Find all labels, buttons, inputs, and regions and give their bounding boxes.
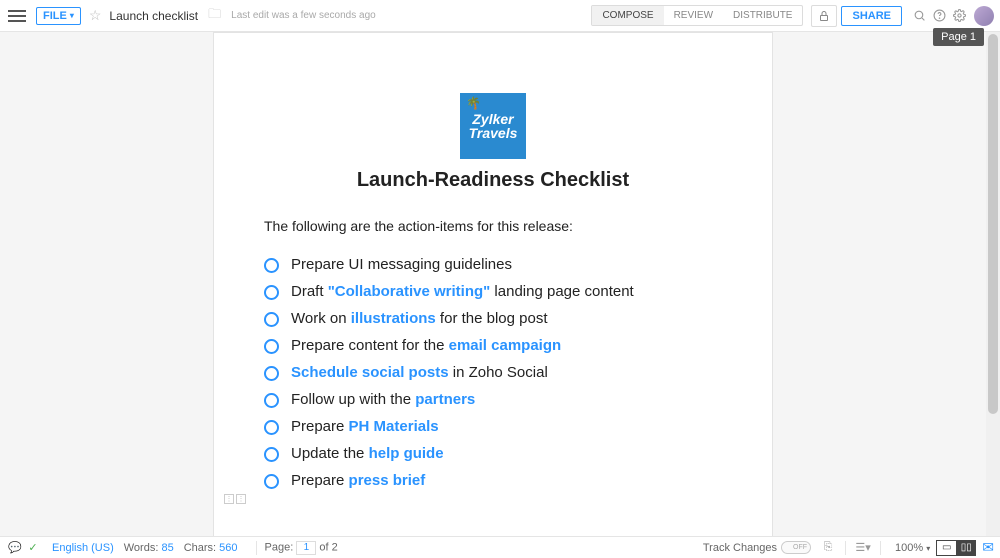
radio-icon[interactable] <box>264 285 279 300</box>
search-icon[interactable] <box>910 7 928 25</box>
chevron-down-icon: ▾ <box>926 544 930 553</box>
page-indicator: Page: of 2 <box>265 541 338 555</box>
avatar[interactable] <box>974 6 994 26</box>
star-icon[interactable]: ☆ <box>89 7 102 24</box>
palm-icon: 🌴 <box>466 97 481 109</box>
document-page[interactable]: 🌴 Zylker Travels Launch-Readiness Checkl… <box>213 32 773 536</box>
feedback-icon[interactable]: ✉ <box>982 539 994 556</box>
checklist-item-text[interactable]: Update the help guide <box>291 445 444 462</box>
checklist-item: Work on illustrations for the blog post <box>264 310 722 327</box>
inline-link[interactable]: Schedule social posts <box>291 364 449 381</box>
checklist-item-text[interactable]: Prepare PH Materials <box>291 418 439 435</box>
track-changes-toggle[interactable]: OFF <box>781 541 811 554</box>
tab-distribute[interactable]: DISTRIBUTE <box>723 6 802 25</box>
checklist-item: Prepare PH Materials <box>264 418 722 435</box>
inline-link[interactable]: partners <box>415 391 475 408</box>
radio-icon[interactable] <box>264 339 279 354</box>
radio-icon[interactable] <box>264 474 279 489</box>
margin-handle-right[interactable]: ⋮ <box>236 494 246 504</box>
logo-line2: Travels <box>469 126 518 140</box>
checklist-item-text[interactable]: Draft "Collaborative writing" landing pa… <box>291 283 634 300</box>
intro-text: The following are the action-items for t… <box>264 218 722 234</box>
checklist-item: Draft "Collaborative writing" landing pa… <box>264 283 722 300</box>
margin-handle-left[interactable]: ⋮ <box>224 494 234 504</box>
last-edit-text: Last edit was a few seconds ago <box>231 10 376 21</box>
vertical-scrollbar[interactable] <box>986 32 1000 536</box>
navigator-icon[interactable]: ☰▾ <box>854 541 872 554</box>
scrollbar-thumb[interactable] <box>988 34 998 414</box>
document-canvas[interactable]: 🌴 Zylker Travels Launch-Readiness Checkl… <box>0 32 986 536</box>
comments-icon[interactable]: 💬 <box>6 541 24 554</box>
inline-link[interactable]: email campaign <box>449 337 562 354</box>
track-changes-label: Track Changes <box>703 542 777 554</box>
checklist-item-text[interactable]: Follow up with the partners <box>291 391 475 408</box>
checklist-item-text[interactable]: Schedule social posts in Zoho Social <box>291 364 548 381</box>
mode-tabs: COMPOSE REVIEW DISTRIBUTE <box>591 5 803 26</box>
insert-icon[interactable]: ⎘ <box>819 541 837 554</box>
lock-icon[interactable] <box>811 5 837 27</box>
radio-icon[interactable] <box>264 447 279 462</box>
checklist-item: Prepare UI messaging guidelines <box>264 256 722 273</box>
page-input[interactable] <box>296 541 316 555</box>
folder-icon[interactable]: 🗀 <box>208 5 221 27</box>
checklist-item-text[interactable]: Prepare UI messaging guidelines <box>291 256 512 273</box>
radio-icon[interactable] <box>264 393 279 408</box>
radio-icon[interactable] <box>264 420 279 435</box>
file-menu-label: FILE <box>43 10 67 22</box>
checklist-item-text[interactable]: Prepare content for the email campaign <box>291 337 561 354</box>
inline-link[interactable]: PH Materials <box>349 418 439 435</box>
radio-icon[interactable] <box>264 312 279 327</box>
right-icon-group <box>910 6 994 26</box>
document-heading: Launch-Readiness Checklist <box>264 169 722 192</box>
logo-line1: Zylker <box>472 112 513 126</box>
view-web[interactable]: ▭ <box>936 540 956 556</box>
status-bar: 💬 ✓ English (US) Words: 85 Chars: 560 Pa… <box>0 536 1000 558</box>
checklist-item-text[interactable]: Work on illustrations for the blog post <box>291 310 548 327</box>
inline-link[interactable]: illustrations <box>351 310 436 327</box>
inline-link[interactable]: "Collaborative writing" <box>328 283 491 300</box>
checklist: Prepare UI messaging guidelines Draft "Co… <box>264 256 722 489</box>
checklist-item: Schedule social posts in Zoho Social <box>264 364 722 381</box>
chevron-down-icon: ▾ <box>70 11 74 20</box>
word-count[interactable]: Words: 85 <box>124 542 174 554</box>
tab-compose[interactable]: COMPOSE <box>592 6 663 25</box>
view-mode-toggle: ▭ ▯▯ <box>936 540 976 556</box>
language-selector[interactable]: English (US) <box>52 542 114 554</box>
view-page[interactable]: ▯▯ <box>956 540 976 556</box>
char-count[interactable]: Chars: 560 <box>184 542 238 554</box>
page-margin-handles: ⋮ ⋮ <box>224 494 246 504</box>
radio-icon[interactable] <box>264 366 279 381</box>
file-menu-button[interactable]: FILE ▾ <box>36 7 81 25</box>
checklist-item: Prepare content for the email campaign <box>264 337 722 354</box>
checklist-item: Prepare press brief <box>264 472 722 489</box>
checklist-item-text[interactable]: Prepare press brief <box>291 472 425 489</box>
zoom-level[interactable]: 100% ▾ <box>895 542 930 554</box>
menu-icon[interactable] <box>6 5 28 27</box>
checklist-item: Update the help guide <box>264 445 722 462</box>
spellcheck-icon[interactable]: ✓ <box>24 541 42 554</box>
document-title[interactable]: Launch checklist <box>109 9 198 23</box>
gear-icon[interactable] <box>950 7 968 25</box>
help-icon[interactable] <box>930 7 948 25</box>
share-button[interactable]: SHARE <box>841 6 902 26</box>
top-toolbar: FILE ▾ ☆ Launch checklist 🗀 Last edit wa… <box>0 0 1000 32</box>
inline-link[interactable]: help guide <box>369 445 444 462</box>
checklist-item: Follow up with the partners <box>264 391 722 408</box>
inline-link[interactable]: press brief <box>349 472 426 489</box>
logo-image: 🌴 Zylker Travels <box>460 93 526 159</box>
radio-icon[interactable] <box>264 258 279 273</box>
tab-review[interactable]: REVIEW <box>664 6 723 25</box>
